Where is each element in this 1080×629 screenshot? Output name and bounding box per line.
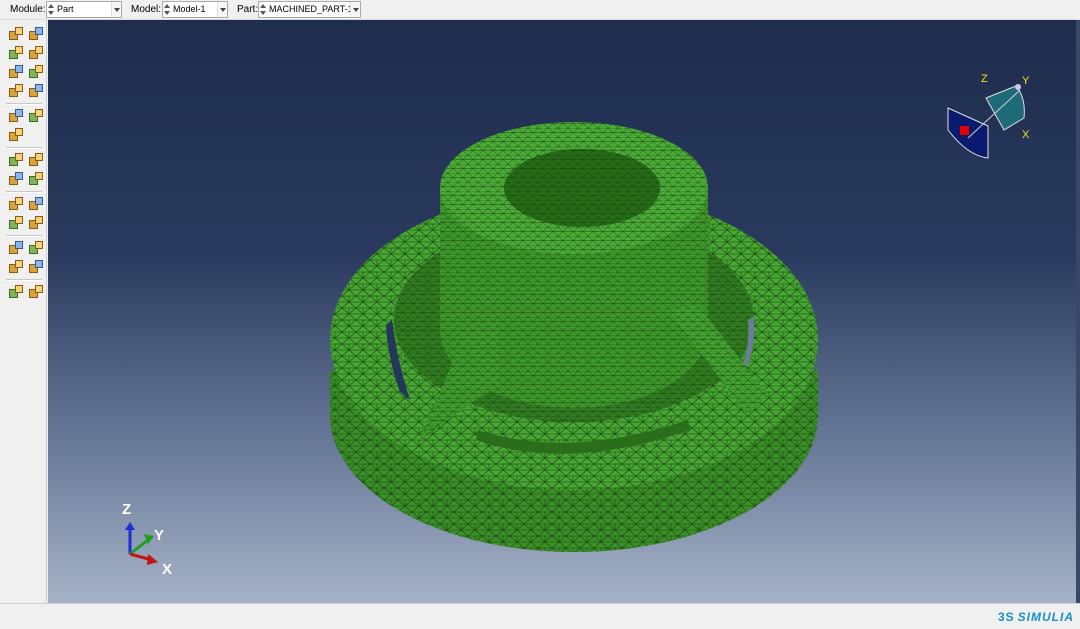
create-wire-icon[interactable] (8, 64, 24, 79)
reference-point-icon[interactable] (8, 215, 24, 230)
module-value: Part (57, 4, 74, 14)
triad-y-label: Y (154, 527, 164, 544)
toolbox-separator (6, 279, 42, 281)
part-value: MACHINED_PART-1 (269, 4, 353, 14)
module-spin-icon[interactable] (48, 4, 54, 16)
abaqus-cae-window: Module: Part Model: Model-1 Part: MACHIN… (0, 0, 1080, 629)
view-cube-side-face (985, 85, 1025, 131)
create-solid-extrude-icon[interactable] (8, 45, 24, 60)
virtual-topology-icon[interactable] (28, 240, 44, 255)
view-cube-y-label: Y (1022, 75, 1030, 87)
part-spin-icon[interactable] (260, 4, 266, 16)
triad-x-label: X (162, 561, 172, 578)
viewport-scrollbar[interactable] (1076, 20, 1080, 603)
replace-icon[interactable] (28, 284, 44, 299)
context-bar: Module: Part Model: Model-1 Part: MACHIN… (0, 0, 1080, 20)
view-cube-z-label: Z (981, 73, 988, 85)
create-partition-icon[interactable] (28, 83, 44, 98)
simulia-text: SIMULIA (1017, 610, 1074, 624)
transform-icon[interactable] (8, 284, 24, 299)
module-select[interactable]: Part (46, 1, 122, 18)
model-value: Model-1 (173, 4, 206, 14)
toolbox-separator (6, 191, 42, 193)
create-set-icon[interactable] (8, 152, 24, 167)
simulia-mark: 3S (997, 610, 1015, 624)
graphics-viewport[interactable]: Z Y X Z Y X (48, 20, 1080, 603)
datum-csys-icon[interactable] (8, 196, 24, 211)
datum-point-icon[interactable] (8, 108, 24, 123)
model-select[interactable]: Model-1 (162, 1, 228, 18)
toolbox-separator (6, 235, 42, 237)
datum-plane-icon[interactable] (8, 127, 24, 142)
datum-axis-icon[interactable] (28, 108, 44, 123)
message-area: 3S SIMULIA (0, 603, 1080, 629)
mesh-canvas[interactable]: Z Y X Z Y X (48, 20, 1076, 603)
geometry-edit-icon[interactable] (8, 240, 24, 255)
view-cube-marker[interactable] (960, 126, 969, 135)
machined-part-mesh[interactable] (330, 122, 818, 552)
repair-icon[interactable] (8, 259, 24, 274)
tools-icon[interactable] (28, 259, 44, 274)
chevron-down-icon[interactable] (111, 2, 121, 17)
coordinate-triad: Z Y X (122, 501, 172, 578)
simulia-logo: 3S SIMULIA (998, 610, 1074, 624)
create-surface-icon[interactable] (28, 152, 44, 167)
model-label: Model: (131, 4, 162, 15)
create-cut-icon[interactable] (28, 64, 44, 79)
part-manager-icon[interactable] (28, 26, 44, 41)
view-cube[interactable]: Z Y X (947, 73, 1030, 159)
chevron-down-icon[interactable] (217, 2, 227, 17)
toolbox-separator (6, 103, 42, 105)
model-spin-icon[interactable] (164, 4, 170, 16)
toolbox-separator (6, 147, 42, 149)
chevron-down-icon[interactable] (350, 2, 360, 17)
triad-z-label: Z (122, 501, 131, 518)
measure-icon[interactable] (28, 171, 44, 186)
create-part-icon[interactable] (8, 26, 24, 41)
part-label: Part: (237, 4, 259, 15)
triad-icon[interactable] (28, 196, 44, 211)
create-round-fillet-icon[interactable] (8, 83, 24, 98)
module-label: Module: (10, 4, 46, 15)
create-shell-icon[interactable] (28, 45, 44, 60)
part-module-toolbox (0, 20, 47, 603)
view-cube-x-label: X (1022, 129, 1030, 141)
part-select[interactable]: MACHINED_PART-1 (258, 1, 361, 18)
display-group-icon[interactable] (28, 215, 44, 230)
query-icon[interactable] (8, 171, 24, 186)
